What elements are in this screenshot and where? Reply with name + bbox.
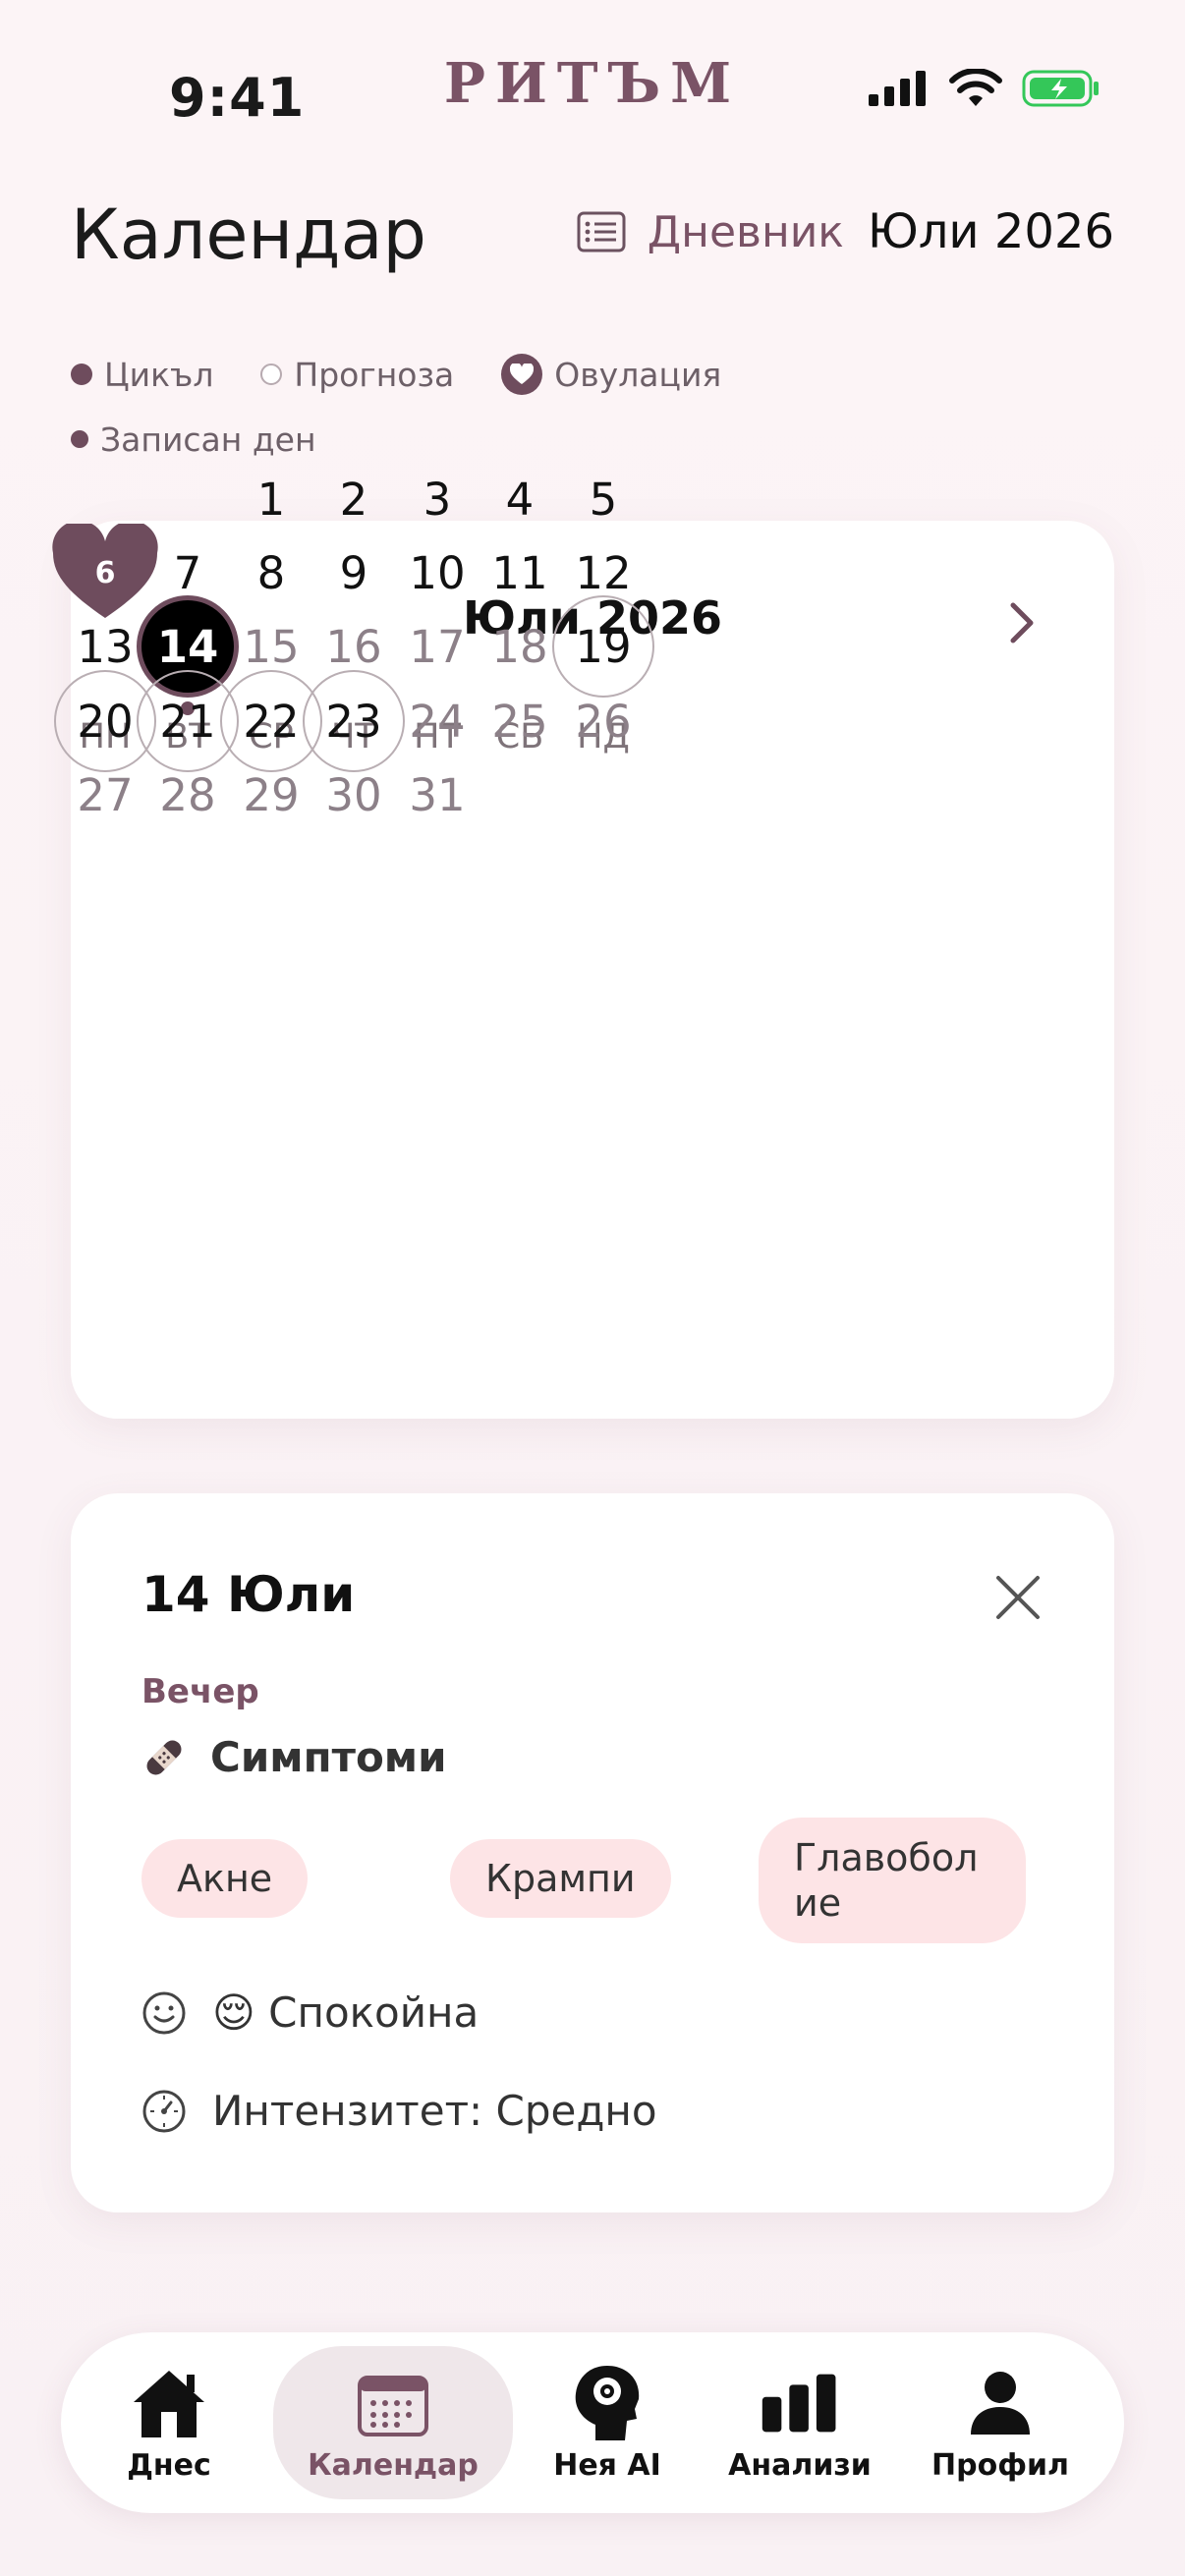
tab-analytics[interactable]: Анализи bbox=[711, 2332, 888, 2513]
tab-profile-label: Профил bbox=[931, 2447, 1069, 2483]
signal-icon bbox=[869, 71, 926, 106]
bar-chart-icon bbox=[762, 2374, 836, 2432]
day-number: 24 bbox=[409, 695, 466, 748]
person-icon bbox=[971, 2371, 1030, 2435]
calendar-day[interactable]: 26 bbox=[552, 670, 654, 772]
day-number: 30 bbox=[325, 768, 382, 821]
day-number: 11 bbox=[491, 546, 548, 599]
home-icon bbox=[134, 2370, 204, 2437]
bandage-icon bbox=[146, 1740, 182, 1774]
day-number: 12 bbox=[575, 546, 632, 599]
tab-today-label: Днес bbox=[127, 2447, 211, 2483]
logged-dot-icon bbox=[71, 430, 88, 448]
intensity-label: Интензитет: Средно bbox=[212, 2087, 657, 2135]
mood-text: 😌 Спокойна bbox=[212, 1988, 479, 2037]
smile-icon bbox=[142, 1991, 186, 2034]
day-number: 25 bbox=[491, 695, 548, 748]
legend: Цикъл Прогноза Овулация Записан ден bbox=[71, 342, 1053, 472]
page-title: Календар bbox=[71, 195, 426, 275]
day-number: 29 bbox=[243, 768, 300, 821]
legend-cycle-label: Цикъл bbox=[104, 355, 214, 394]
mood-row: 😌 Спокойна bbox=[141, 1988, 479, 2037]
day-number: 31 bbox=[409, 768, 466, 821]
legend-forecast-label: Прогноза bbox=[294, 355, 455, 394]
chevron-right-icon bbox=[1010, 602, 1034, 644]
symptom-chip-cramps[interactable]: Крампи bbox=[450, 1839, 671, 1918]
journal-icon bbox=[577, 211, 626, 252]
mood-emoji: 😌 bbox=[212, 1988, 255, 2037]
symptoms-heading: Симптоми bbox=[141, 1733, 447, 1781]
day-number: 23 bbox=[325, 695, 382, 748]
day-number: 18 bbox=[491, 620, 548, 673]
day-number: 16 bbox=[325, 620, 382, 673]
tab-bar: Днес Календар Нея AI Анализи Профил bbox=[61, 2332, 1124, 2513]
chip-label: Главоболие bbox=[794, 1836, 979, 1925]
status-icons bbox=[869, 69, 1100, 108]
journal-button[interactable]: Дневник bbox=[577, 207, 844, 257]
close-icon bbox=[996, 1576, 1040, 1619]
day-number: 1 bbox=[256, 473, 286, 526]
day-number: 2 bbox=[339, 473, 368, 526]
tab-analytics-label: Анализи bbox=[728, 2447, 872, 2483]
day-number: 4 bbox=[505, 473, 535, 526]
day-number: 6 bbox=[94, 555, 116, 590]
cycle-dot-icon bbox=[71, 364, 92, 385]
calendar-icon bbox=[358, 2375, 428, 2436]
wifi-icon bbox=[949, 69, 1002, 106]
tab-calendar-label: Календар bbox=[308, 2447, 479, 2483]
day-number: 26 bbox=[575, 695, 632, 748]
header-month: Юли 2026 bbox=[867, 204, 1114, 259]
day-number: 21 bbox=[159, 695, 216, 748]
ai-head-icon bbox=[575, 2365, 640, 2440]
chip-label: Крампи bbox=[485, 1857, 636, 1900]
legend-ovulation-label: Овулация bbox=[554, 355, 722, 394]
symptom-chip-acne[interactable]: Акне bbox=[141, 1839, 309, 1918]
day-number: 15 bbox=[243, 620, 300, 673]
gauge-icon bbox=[142, 2090, 186, 2132]
close-button[interactable] bbox=[992, 1572, 1044, 1623]
day-number: 10 bbox=[409, 546, 466, 599]
tab-today[interactable]: Днес bbox=[81, 2332, 257, 2513]
day-number: 7 bbox=[173, 546, 202, 599]
day-number: 20 bbox=[77, 695, 134, 748]
journal-label: Дневник bbox=[647, 206, 844, 257]
calendar-card: Юли 2026 ПН ВТ СР ЧТ ПТ СБ НД 1 2 3 4 5 6 7 8 9 10 11 12 1… bbox=[52, 474, 1114, 1419]
day-number: 14 bbox=[156, 620, 219, 673]
forecast-circle-icon bbox=[260, 364, 283, 385]
tab-ai-label: Нея AI bbox=[553, 2447, 661, 2483]
symptoms-heading-label: Симптоми bbox=[210, 1733, 447, 1781]
chip-label: Акне bbox=[177, 1857, 273, 1900]
intensity-row: Интензитет: Средно bbox=[141, 2087, 657, 2135]
day-number: 8 bbox=[256, 546, 286, 599]
day-number: 5 bbox=[589, 473, 618, 526]
symptom-chip-headache[interactable]: Главоболие bbox=[759, 1818, 1026, 1943]
day-number: 28 bbox=[159, 768, 216, 821]
day-detail-card: 14 Юли Вечер Симптоми Акне Крампи Главоб… bbox=[71, 1493, 1114, 2212]
day-number: 22 bbox=[243, 695, 300, 748]
day-number: 9 bbox=[339, 546, 368, 599]
header-actions: Дневник Юли 2026 bbox=[577, 204, 1114, 259]
day-number: 13 bbox=[77, 620, 134, 673]
legend-forecast: Прогноза bbox=[260, 356, 454, 394]
mood-label: Спокойна bbox=[268, 1988, 480, 2037]
time-of-day-label: Вечер bbox=[141, 1672, 259, 1711]
day-number: 17 bbox=[409, 620, 466, 673]
battery-icon bbox=[1022, 70, 1099, 107]
tab-profile[interactable]: Профил bbox=[912, 2332, 1089, 2513]
calendar-day[interactable]: 31 bbox=[386, 744, 488, 846]
tab-ai[interactable]: Нея AI bbox=[519, 2332, 696, 2513]
legend-ovulation: Овулация bbox=[501, 354, 721, 395]
day-number: 3 bbox=[423, 473, 452, 526]
legend-cycle: Цикъл bbox=[71, 356, 213, 394]
day-number: 19 bbox=[575, 620, 632, 673]
day-number: 27 bbox=[77, 768, 134, 821]
tab-calendar[interactable]: Календар bbox=[273, 2346, 513, 2499]
heart-icon bbox=[501, 354, 543, 395]
next-month-button[interactable] bbox=[992, 593, 1051, 652]
detail-date-title: 14 Юли bbox=[141, 1566, 356, 1623]
